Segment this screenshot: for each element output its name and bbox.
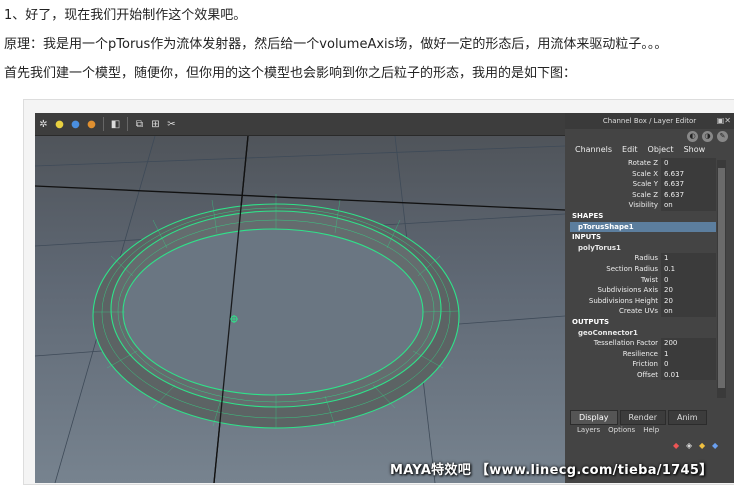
viewport-3d[interactable]: ✲ ● ● ● ◧ ⧉ ⊞ ✂ xyxy=(35,113,565,483)
attribute-row[interactable]: Resilience 1 xyxy=(570,348,716,360)
shape-node-item[interactable]: pTorusShape1 xyxy=(570,221,716,233)
menu-options[interactable]: Options xyxy=(608,426,635,434)
toolbar-separator xyxy=(103,117,104,131)
menu-layers[interactable]: Layers xyxy=(577,426,600,434)
torus-viewport-canvas xyxy=(35,136,565,483)
attribute-row[interactable]: Scale Y 6.637 xyxy=(570,179,716,190)
isolate-icon[interactable]: ◧ xyxy=(109,118,122,131)
attribute-row[interactable]: Subdivisions Height 20 xyxy=(570,295,716,307)
shelf-icon[interactable]: ◐ xyxy=(687,131,698,142)
attribute-row[interactable]: Twist 0 xyxy=(570,274,716,286)
input-node-item[interactable]: polyTorus1 xyxy=(570,243,716,254)
tab-render[interactable]: Render xyxy=(619,410,666,425)
outputs-header: OUTPUTS xyxy=(572,317,610,326)
tutorial-step-line: 1、好了，现在我们开始制作这个效果吧。 xyxy=(4,8,247,23)
attribute-editor-icon[interactable]: ◑ xyxy=(702,131,713,142)
menu-channels[interactable]: Channels xyxy=(575,145,612,154)
menu-object[interactable]: Object xyxy=(648,145,674,154)
layer-from-selection-icon[interactable]: ◆ xyxy=(712,441,722,451)
channel-box: Channel Box / Layer Editor ▣✕ ◐ ◑ ✎ Chan… xyxy=(565,113,734,483)
frame-icon[interactable]: ⊞ xyxy=(149,118,162,131)
attribute-row[interactable]: Radius 1 xyxy=(570,253,716,264)
viewport-toolbar: ✲ ● ● ● ◧ ⧉ ⊞ ✂ xyxy=(35,113,565,136)
attribute-row[interactable]: Tessellation Factor 200 xyxy=(570,338,716,349)
attribute-row[interactable]: Section Radius 0.1 xyxy=(570,263,716,275)
texture-icon[interactable]: ● xyxy=(85,118,98,131)
channel-box-title: Channel Box / Layer Editor xyxy=(565,113,734,129)
empty-layer-icon[interactable]: ◆ xyxy=(699,441,709,451)
attribute-list: Rotate Z0 Scale X 6.637 Scale Y 6.637 Scal… xyxy=(570,158,716,400)
shapes-header: SHAPES xyxy=(572,211,604,220)
new-layer-icon[interactable]: ◆ xyxy=(673,441,683,451)
attribute-row[interactable]: Rotate Z0 xyxy=(570,158,716,169)
shading-icon[interactable]: ● xyxy=(69,118,82,131)
panel-float-icon[interactable]: ▣✕ xyxy=(717,116,731,125)
output-node-item[interactable]: geoConnector1 xyxy=(570,328,716,339)
menu-show[interactable]: Show xyxy=(684,145,706,154)
attribute-row[interactable]: Scale Z 6.637 xyxy=(570,189,716,201)
channel-box-menu: Channels Edit Object Show xyxy=(575,145,705,154)
attribute-row[interactable]: Friction 0 xyxy=(570,359,716,370)
maya-screenshot: ✲ ● ● ● ◧ ⧉ ⊞ ✂ Channel Box / Layer Edit… xyxy=(35,113,734,483)
attribute-row[interactable]: Offset 0.01 xyxy=(570,369,716,381)
tab-anim[interactable]: Anim xyxy=(667,410,707,425)
wireframe-icon[interactable]: ✲ xyxy=(37,118,50,131)
layer-editor-tabs: Display Render Anim xyxy=(570,410,707,425)
tab-display[interactable]: Display xyxy=(570,410,618,425)
light-icon[interactable]: ● xyxy=(53,118,66,131)
principle-line: 原理：我是用一个pTorus作为流体发射器，然后给一个volumeAxis场，做… xyxy=(4,37,668,52)
torus-inner-hole xyxy=(122,228,424,396)
watermark: MAYA特效吧 【www.linecg.com/tieba/1745】 xyxy=(390,463,713,478)
channel-box-scrollbar[interactable] xyxy=(717,160,726,398)
inputs-header: INPUTS xyxy=(572,233,602,242)
camera-icon[interactable]: ⧉ xyxy=(133,118,146,131)
snapshot-icon[interactable]: ✂ xyxy=(165,118,178,131)
attribute-row[interactable]: Create UVs on xyxy=(570,306,716,317)
instruction-line: 首先我们建一个模型，随便你，但你用的这个模型也会影响到你之后粒子的形态，我用的是… xyxy=(4,66,577,81)
scrollbar-thumb[interactable] xyxy=(718,168,725,388)
layer-selected-icon[interactable]: ◈ xyxy=(686,441,696,451)
attribute-row[interactable]: Visibility on xyxy=(570,200,716,211)
attribute-row[interactable]: Subdivisions Axis 20 xyxy=(570,285,716,296)
menu-edit[interactable]: Edit xyxy=(622,145,638,154)
tool-settings-icon[interactable]: ✎ xyxy=(717,131,728,142)
toolbar-separator xyxy=(127,117,128,131)
attribute-row[interactable]: Scale X 6.637 xyxy=(570,168,716,180)
grid-line xyxy=(35,145,565,167)
layer-editor-menu: Layers Options Help xyxy=(577,426,659,434)
menu-help[interactable]: Help xyxy=(643,426,659,434)
